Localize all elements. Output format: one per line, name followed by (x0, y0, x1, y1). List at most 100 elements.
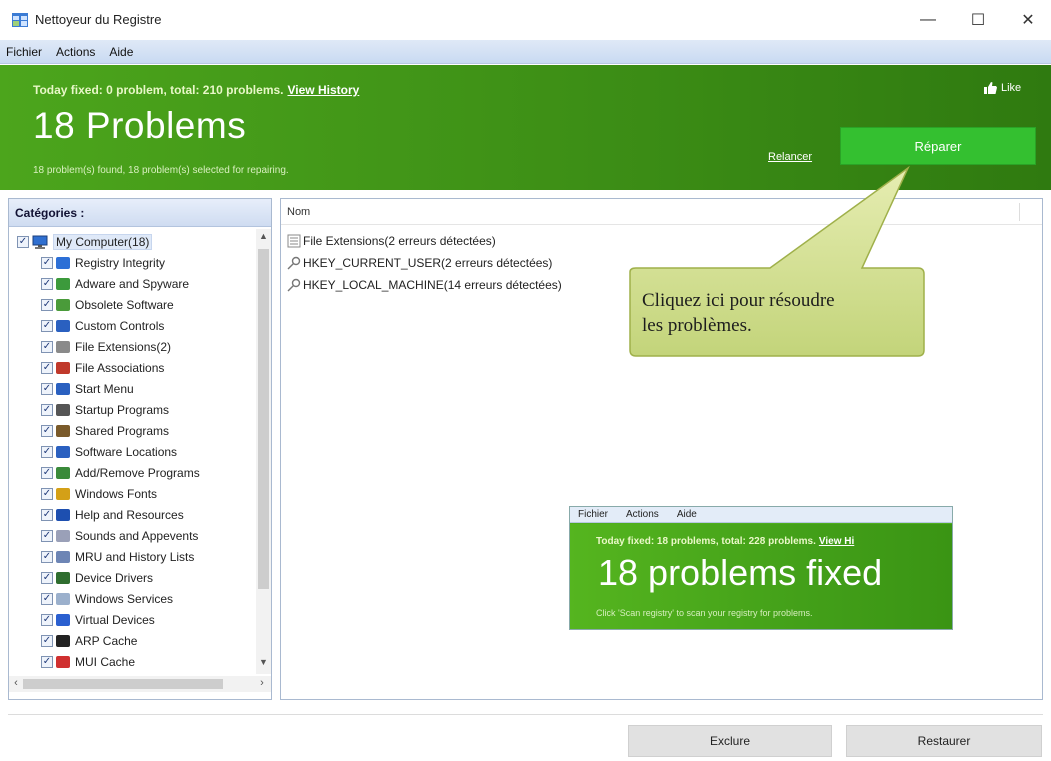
tree-item-adware-and-spyware[interactable]: ✓ Adware and Spyware (41, 273, 189, 294)
tree-item-virtual-devices[interactable]: ✓ Virtual Devices (41, 609, 155, 630)
file-association-icon (56, 361, 70, 374)
tree-item-label: Help and Resources (75, 507, 184, 522)
tree-item-label: Adware and Spyware (75, 276, 190, 291)
column-header-nom[interactable]: Nom (281, 199, 1042, 225)
tree-item-label: Start Menu (75, 381, 134, 396)
checkbox-checked-icon[interactable]: ✓ (41, 361, 53, 374)
tree-item-sounds-and-appevents[interactable]: ✓ Sounds and Appevents (41, 525, 198, 546)
tree-item-software-locations[interactable]: ✓ Software Locations (41, 441, 177, 462)
inset-fixed-screenshot: Fichier Actions Aide Today fixed: 18 pro… (569, 506, 953, 630)
checkbox-checked-icon[interactable]: ✓ (41, 340, 53, 353)
tree-item-mui-cache[interactable]: ✓ MUI Cache (41, 651, 135, 672)
categories-vertical-scrollbar[interactable]: ▲ ▼ (256, 229, 271, 674)
scroll-thumb[interactable] (258, 249, 269, 589)
tree-item-label: Sounds and Appevents (75, 528, 199, 543)
checkbox-checked-icon[interactable]: ✓ (41, 256, 53, 269)
tree-item-label: Obsolete Software (75, 297, 174, 312)
maximize-button[interactable]: ☐ (956, 6, 1000, 34)
tree-item-file-extensions-2[interactable]: ✓ File Extensions(2) (41, 336, 171, 357)
menu-bar: Fichier Actions Aide (0, 40, 1051, 64)
checkbox-checked-icon[interactable]: ✓ (41, 571, 53, 584)
checkbox-checked-icon[interactable]: ✓ (41, 277, 53, 290)
minimize-button[interactable]: — (906, 6, 950, 34)
hscroll-thumb[interactable] (23, 679, 223, 689)
driver-icon (56, 571, 70, 584)
tree-item-file-associations[interactable]: ✓ File Associations (41, 357, 164, 378)
checkbox-checked-icon[interactable]: ✓ (17, 235, 29, 248)
checkbox-checked-icon[interactable]: ✓ (41, 382, 53, 395)
checkbox-checked-icon[interactable]: ✓ (41, 298, 53, 311)
checkbox-checked-icon[interactable]: ✓ (41, 445, 53, 458)
registry-key-icon (287, 256, 301, 270)
close-button[interactable]: ✕ (1006, 6, 1050, 34)
tree-item-label: Custom Controls (75, 318, 165, 333)
start-menu-icon (56, 382, 70, 395)
title-bar: Nettoyeur du Registre — ☐ ✕ (0, 0, 1051, 40)
add-remove-icon (56, 466, 70, 479)
arp-icon (56, 634, 70, 647)
scroll-right-icon[interactable]: › (255, 677, 269, 689)
checkbox-checked-icon[interactable]: ✓ (41, 403, 53, 416)
menu-actions[interactable]: Actions (56, 45, 95, 59)
checkbox-checked-icon[interactable]: ✓ (41, 319, 53, 332)
computer-icon (32, 235, 48, 249)
checkbox-checked-icon[interactable]: ✓ (41, 550, 53, 563)
tree-item-label: ARP Cache (75, 633, 138, 648)
result-row[interactable]: HKEY_LOCAL_MACHINE(14 erreurs détectées) (287, 276, 562, 294)
menu-fichier[interactable]: Fichier (6, 45, 42, 59)
result-row[interactable]: File Extensions(2 erreurs détectées) (287, 232, 496, 250)
inset-menu-actions: Actions (626, 509, 659, 520)
checkbox-checked-icon[interactable]: ✓ (41, 424, 53, 437)
categories-horizontal-scrollbar[interactable]: ‹ › (9, 676, 271, 692)
tree-item-start-menu[interactable]: ✓ Start Menu (41, 378, 134, 399)
checkbox-checked-icon[interactable]: ✓ (41, 613, 53, 626)
restaurer-button[interactable]: Restaurer (846, 725, 1042, 757)
tree-item-label: Registry Integrity (75, 255, 166, 270)
scroll-up-icon[interactable]: ▲ (256, 231, 271, 245)
tree-item-label: Shared Programs (75, 423, 170, 438)
checkbox-checked-icon[interactable]: ✓ (41, 655, 53, 668)
checkbox-checked-icon[interactable]: ✓ (41, 487, 53, 500)
tree-item-arp-cache[interactable]: ✓ ARP Cache (41, 630, 137, 651)
minimize-icon: — (920, 11, 936, 28)
tree-item-shared-programs[interactable]: ✓ Shared Programs (41, 420, 169, 441)
categories-tree: ✓ My Computer(18) ✓ Registry Integrity ✓ Ad… (9, 229, 255, 674)
callout-text: Cliquez ici pour résoudre les problèmes. (642, 288, 914, 338)
app-icon (12, 13, 28, 27)
exclure-button[interactable]: Exclure (628, 725, 832, 757)
view-history-link[interactable]: View History (288, 83, 360, 97)
inset-view-history: View Hi (818, 536, 855, 547)
tree-item-mru-and-history-lists[interactable]: ✓ MRU and History Lists (41, 546, 194, 567)
checkbox-checked-icon[interactable]: ✓ (41, 529, 53, 542)
tree-item-label: Virtual Devices (75, 612, 155, 627)
reparer-button[interactable]: Réparer (840, 127, 1036, 165)
checkbox-checked-icon[interactable]: ✓ (41, 634, 53, 647)
startup-icon (56, 403, 70, 416)
controls-icon (56, 319, 70, 332)
tree-item-help-and-resources[interactable]: ✓ Help and Resources (41, 504, 184, 525)
tree-item-device-drivers[interactable]: ✓ Device Drivers (41, 567, 153, 588)
tree-item-windows-fonts[interactable]: ✓ Windows Fonts (41, 483, 157, 504)
scroll-left-icon[interactable]: ‹ (9, 677, 23, 689)
tree-item-label: MUI Cache (75, 654, 136, 669)
like-button[interactable]: Like (984, 82, 1021, 94)
tree-item-startup-programs[interactable]: ✓ Startup Programs (41, 399, 169, 420)
result-label: HKEY_CURRENT_USER(2 erreurs détectées) (303, 256, 553, 270)
checkbox-checked-icon[interactable]: ✓ (41, 508, 53, 521)
tree-item-add-remove-programs[interactable]: ✓ Add/Remove Programs (41, 462, 200, 483)
result-row[interactable]: HKEY_CURRENT_USER(2 erreurs détectées) (287, 254, 552, 272)
menu-aide[interactable]: Aide (109, 45, 133, 59)
relancer-link[interactable]: Relancer (768, 151, 812, 163)
sound-icon (56, 529, 70, 542)
tree-item-registry-integrity[interactable]: ✓ Registry Integrity (41, 252, 165, 273)
checkbox-checked-icon[interactable]: ✓ (41, 466, 53, 479)
tree-item-custom-controls[interactable]: ✓ Custom Controls (41, 315, 164, 336)
scroll-down-icon[interactable]: ▼ (256, 657, 271, 671)
tree-item-obsolete-software[interactable]: ✓ Obsolete Software (41, 294, 174, 315)
tree-root-my-computer[interactable]: ✓ My Computer(18) (17, 231, 153, 252)
inset-menu-aide: Aide (676, 509, 697, 520)
tree-item-windows-services[interactable]: ✓ Windows Services (41, 588, 173, 609)
checkbox-checked-icon[interactable]: ✓ (41, 592, 53, 605)
inset-menu-bar: Fichier Actions Aide (570, 507, 952, 523)
tree-item-label: File Associations (75, 360, 165, 375)
